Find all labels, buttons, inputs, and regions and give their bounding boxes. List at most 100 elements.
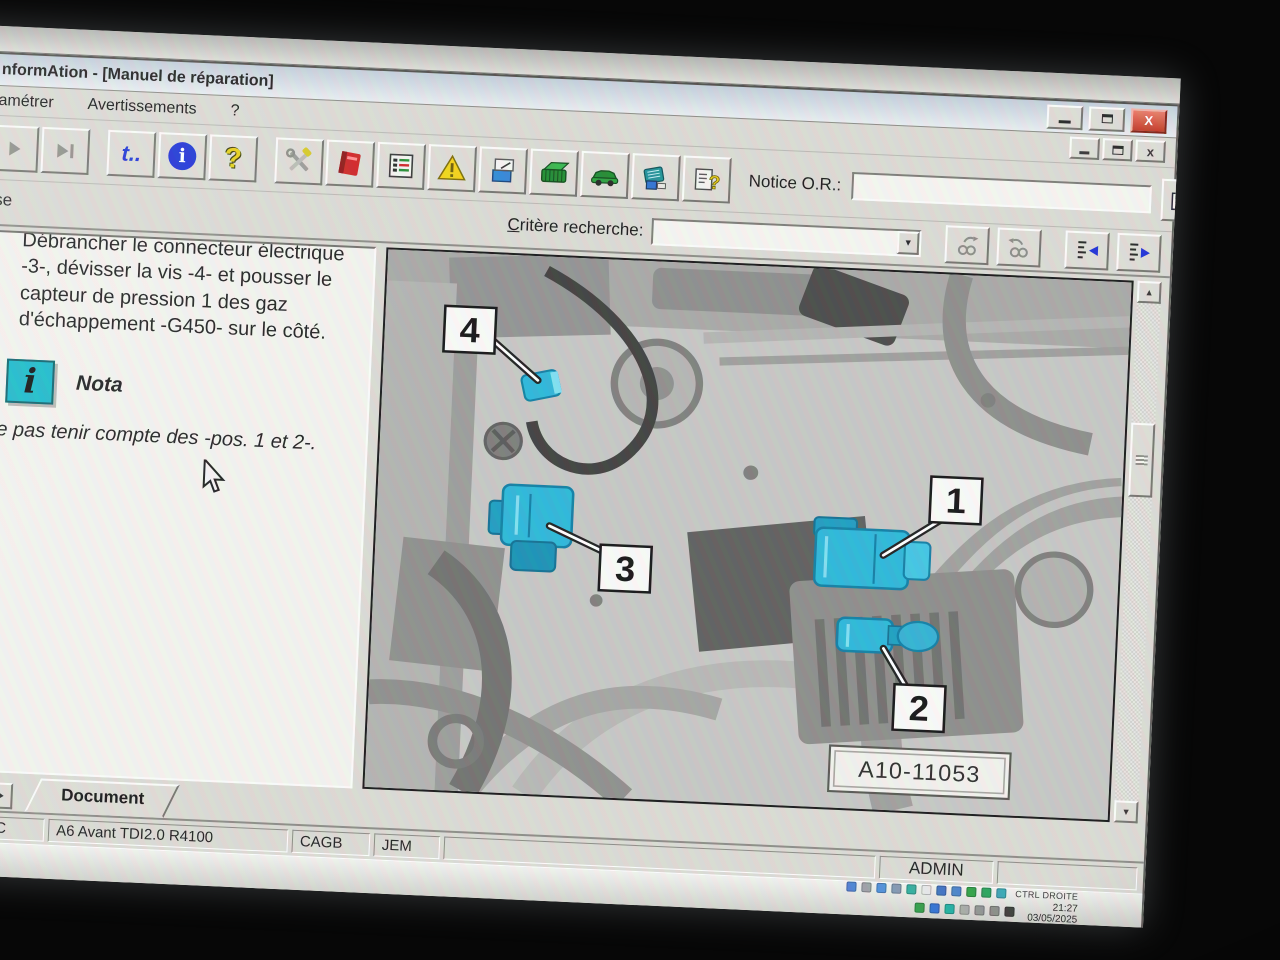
list-back-icon [1073, 237, 1100, 264]
svg-text:?: ? [708, 172, 721, 193]
tray-icon[interactable] [936, 885, 946, 895]
right-triangle-icon [0, 788, 3, 802]
tab-nav-buttons [0, 780, 13, 809]
notice-or-input[interactable] [851, 171, 1152, 212]
tray-icon[interactable] [951, 886, 961, 896]
search-criteria-label: Critère recherche: [507, 215, 644, 241]
tray-icon[interactable] [846, 881, 856, 891]
combobox-value [653, 220, 898, 254]
tray-icon[interactable] [861, 882, 871, 892]
help-button[interactable]: ? [208, 134, 258, 182]
forward-icon [9, 141, 21, 155]
list-forward-icon [1125, 239, 1152, 266]
mdi-minimize-button[interactable] [1069, 137, 1100, 160]
tray-icon[interactable] [929, 903, 939, 913]
keyboard-layout-indicator[interactable]: CTRL DROITE [1015, 888, 1078, 901]
callout-2: 2 [908, 688, 930, 728]
nav-forward-button[interactable] [0, 124, 39, 172]
list-back-button[interactable] [1064, 231, 1110, 271]
tray-icon[interactable] [981, 887, 991, 897]
info-button[interactable]: i [157, 132, 207, 180]
document-list-button[interactable] [376, 141, 426, 189]
vehicle-button[interactable] [580, 150, 630, 198]
engine-figure-pane: 4 3 1 2 [362, 247, 1133, 822]
tray-icon[interactable] [891, 883, 901, 893]
nav-button-group [0, 124, 90, 174]
red-book-icon [335, 147, 366, 178]
minimize-button[interactable] [1046, 104, 1083, 130]
mdi-window-controls: x [1069, 137, 1166, 163]
toolbox-icon [538, 157, 569, 188]
info-button-group: t.. i ? [106, 129, 258, 182]
menu-help[interactable]: ? [230, 102, 240, 120]
figure-ref-box: A10-11053 [828, 745, 1011, 799]
tray-icon[interactable] [959, 904, 969, 914]
manuals-icon [640, 161, 671, 192]
mdi-close-button[interactable]: x [1135, 140, 1166, 163]
document-list-icon [385, 150, 416, 181]
mdi-restore-button[interactable] [1102, 138, 1133, 161]
warning-icon [436, 152, 467, 183]
restore-button[interactable] [1088, 106, 1125, 132]
goto-procedure-button[interactable]: t.. [106, 129, 156, 177]
instruction-pane: – Débrancher le connecteur électrique -3… [0, 229, 376, 788]
tray-icon[interactable] [914, 902, 924, 912]
tray-icon[interactable] [944, 903, 954, 913]
nav-last-button[interactable] [40, 126, 90, 174]
tab-document[interactable]: Document [24, 778, 180, 817]
notice-or-label: Notice O.R.: [748, 171, 841, 195]
search-criteria-combobox[interactable]: ▼ [651, 218, 922, 257]
list-forward-button[interactable] [1116, 233, 1162, 273]
taskbar-clock[interactable]: 21:27 03/05/2025 [1027, 901, 1078, 925]
menu-avertissements[interactable]: Avertissements [87, 95, 197, 118]
restore-icon [1101, 114, 1112, 123]
tools-button[interactable] [274, 137, 324, 185]
nota-row: i Nota [5, 358, 359, 418]
edit-note-button[interactable] [1160, 178, 1181, 222]
figure-scroll-down-icon[interactable]: ▼ [1114, 800, 1139, 823]
instruction-text: Débrancher le connecteur électrique -3-,… [18, 229, 364, 348]
tray-icon[interactable] [906, 884, 916, 894]
doc-help-icon: ? [691, 163, 722, 194]
elsawin-window: nformAtion - [Manuel de réparation] X am… [0, 48, 1180, 928]
tray-icon[interactable] [974, 905, 984, 915]
tray-icon[interactable] [1004, 906, 1014, 916]
goto-icon: t.. [121, 140, 142, 167]
status-cell-vehicle-code: 4F50HC [0, 814, 45, 842]
figure-wrap: 4 3 1 2 [362, 247, 1161, 823]
figure-ref: A10-11053 [858, 756, 981, 787]
edit-note-icon [1167, 185, 1180, 216]
tray-icon[interactable] [966, 886, 976, 896]
function-button-group: ? [274, 137, 732, 203]
figure-scroll-up-icon[interactable]: ▲ [1137, 281, 1162, 304]
tray-icon[interactable] [989, 905, 999, 915]
callout-1: 1 [945, 481, 967, 521]
menu-parametrer[interactable]: amétrer [0, 91, 54, 111]
help-icon: ? [224, 142, 243, 175]
tray-icon[interactable] [876, 882, 886, 892]
manuals-button[interactable] [631, 153, 681, 201]
close-button[interactable]: X [1130, 108, 1167, 134]
measure-button[interactable] [478, 146, 528, 194]
warning-button[interactable] [427, 144, 477, 192]
cut-text-fragment: se [0, 190, 13, 211]
callout-3: 3 [614, 549, 636, 589]
book-button[interactable] [325, 139, 375, 187]
figure-scrollbar-thumb[interactable] [1128, 422, 1155, 497]
clock-date: 03/05/2025 [1027, 912, 1078, 925]
tray-icon[interactable] [921, 884, 931, 894]
status-cell-user: ADMIN [879, 855, 994, 883]
tray-icon[interactable] [996, 888, 1006, 898]
doc-help-button[interactable]: ? [682, 155, 732, 203]
toolbox-button[interactable] [529, 148, 579, 196]
last-icon [57, 143, 69, 157]
tools-icon [284, 145, 315, 176]
chevron-down-icon[interactable]: ▼ [897, 231, 920, 255]
status-cell-trailing [997, 861, 1138, 890]
tab-scroll-right-button[interactable] [0, 782, 13, 809]
search-person-prev-button[interactable] [996, 228, 1042, 268]
nota-title: Nota [76, 371, 124, 397]
mdi-restore-icon [1112, 145, 1123, 154]
notice-or-cluster: Notice O.R.: [748, 160, 1181, 222]
search-person-next-button[interactable] [944, 225, 990, 265]
